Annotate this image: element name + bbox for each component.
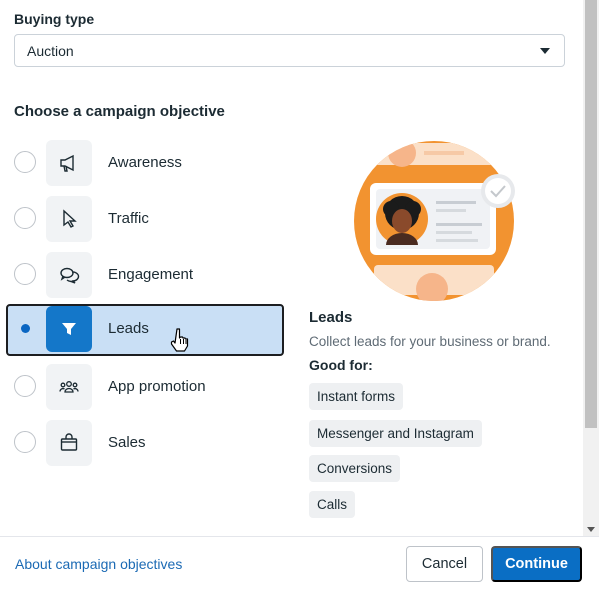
- objective-label: Awareness: [108, 154, 182, 171]
- buying-type-select[interactable]: Auction: [14, 34, 565, 67]
- objective-awareness[interactable]: Awareness: [6, 138, 284, 190]
- good-for-chip: Calls: [309, 491, 356, 518]
- good-for-chip: Conversions: [309, 455, 401, 482]
- people-icon: [46, 364, 92, 410]
- about-objectives-link[interactable]: About campaign objectives: [15, 556, 182, 572]
- shopping-bag-icon: [46, 420, 92, 466]
- radio-button[interactable]: [14, 375, 36, 397]
- funnel-icon: [46, 306, 92, 352]
- radio-button-selected[interactable]: [14, 317, 36, 339]
- radio-button[interactable]: [14, 207, 36, 229]
- radio-button[interactable]: [14, 431, 36, 453]
- objective-detail-description: Collect leads for your business or brand…: [309, 334, 551, 349]
- objective-detail-title: Leads: [309, 309, 353, 326]
- objective-label: Engagement: [108, 266, 194, 283]
- megaphone-icon: [46, 140, 92, 186]
- objective-engagement[interactable]: Engagement: [6, 250, 284, 302]
- vertical-scrollbar[interactable]: [583, 0, 599, 536]
- radio-button[interactable]: [14, 151, 36, 173]
- leads-illustration: [354, 141, 515, 301]
- scroll-down-arrow-icon[interactable]: [587, 527, 595, 532]
- scroll-area[interactable]: Buying type Auction Choose a campaign ob…: [0, 0, 583, 536]
- objective-heading: Choose a campaign objective: [14, 103, 225, 120]
- objective-label: Traffic: [108, 210, 149, 227]
- dialog-footer: About campaign objectives Cancel Continu…: [0, 536, 599, 596]
- objective-leads[interactable]: Leads: [6, 304, 284, 356]
- objective-traffic[interactable]: Traffic: [6, 194, 284, 246]
- good-for-chip: Messenger and Instagram: [309, 420, 482, 447]
- radio-button[interactable]: [14, 263, 36, 285]
- chat-bubbles-icon: [46, 252, 92, 298]
- good-for-label: Good for:: [309, 357, 373, 373]
- scrollbar-thumb[interactable]: [585, 0, 597, 428]
- objective-label: App promotion: [108, 378, 206, 395]
- cancel-button[interactable]: Cancel: [406, 546, 483, 582]
- buying-type-label: Buying type: [14, 11, 95, 27]
- buying-type-value: Auction: [27, 42, 74, 59]
- objective-label: Leads: [108, 320, 149, 337]
- hand-cursor-icon: [170, 328, 189, 352]
- caret-down-icon: [540, 48, 550, 54]
- cursor-icon: [46, 196, 92, 242]
- good-for-chip: Instant forms: [309, 383, 404, 410]
- objective-sales[interactable]: Sales: [6, 418, 284, 470]
- objective-app-promotion[interactable]: App promotion: [6, 362, 284, 414]
- continue-button[interactable]: Continue: [491, 546, 582, 582]
- objective-label: Sales: [108, 434, 146, 451]
